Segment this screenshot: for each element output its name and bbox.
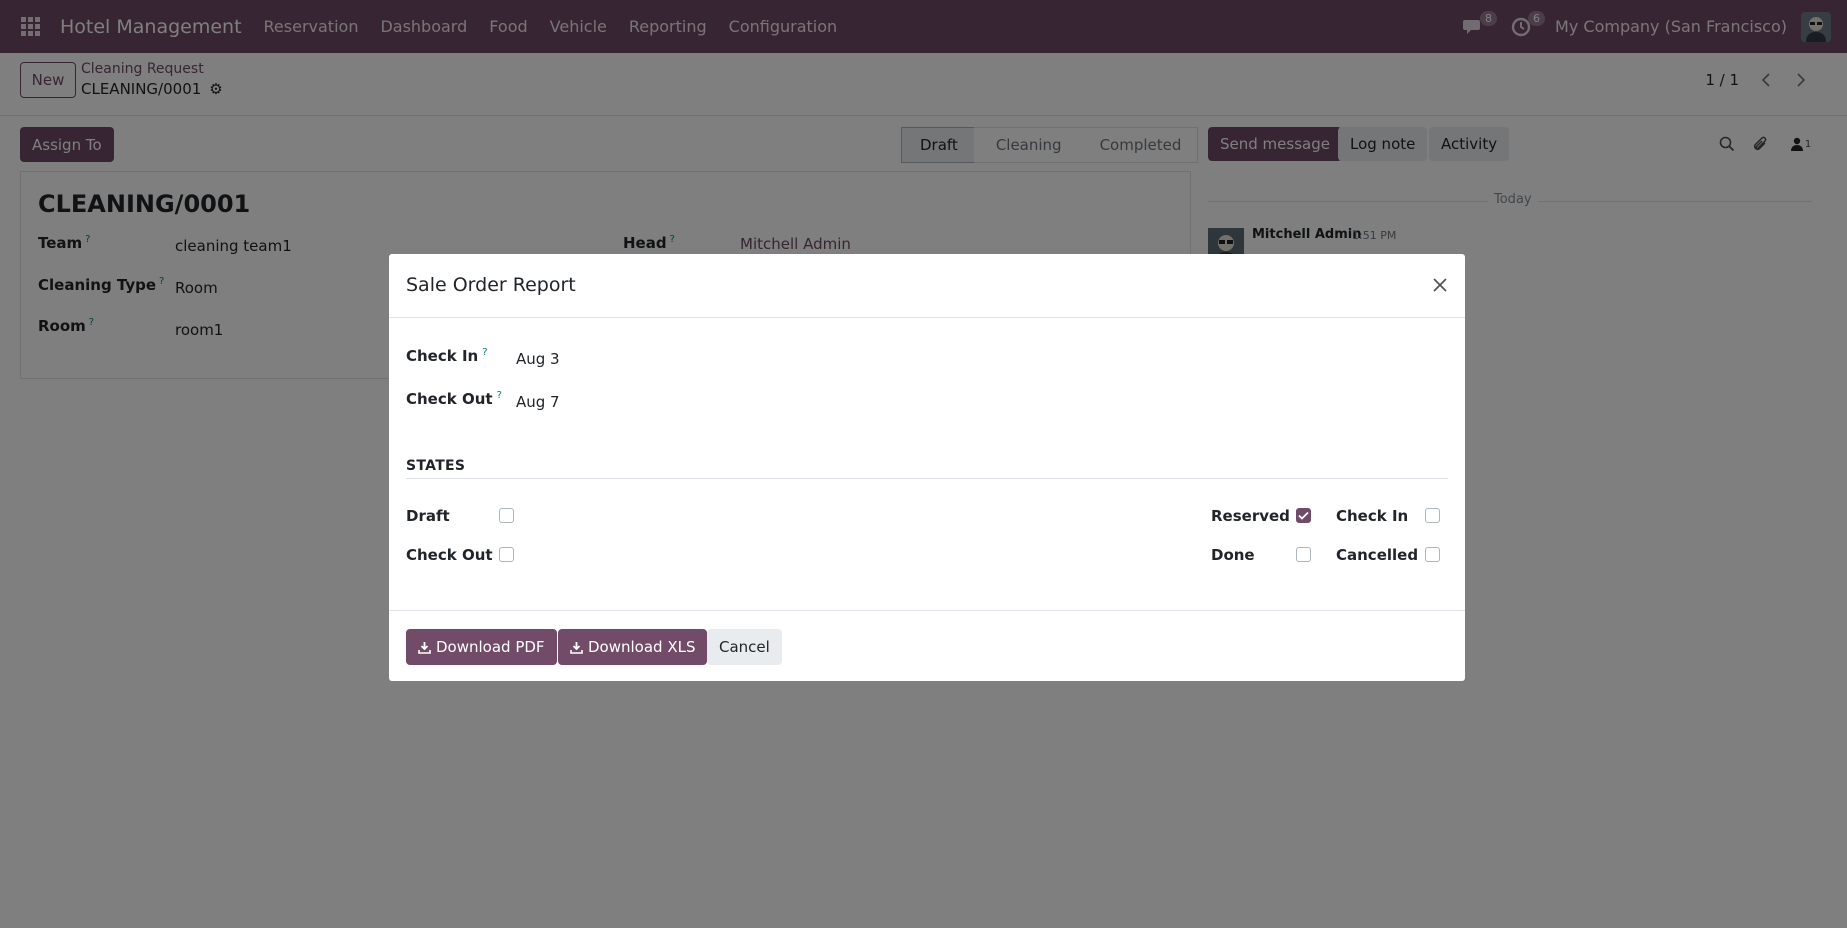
close-icon[interactable] [1427, 272, 1453, 298]
sale-order-report-dialog: Sale Order Report Check In? Aug 3 Check … [389, 254, 1465, 681]
state-reserved-checkbox[interactable] [1296, 508, 1311, 523]
state-draft-checkbox[interactable] [499, 508, 514, 523]
state-check-in-label: Check In [1336, 507, 1409, 525]
download-xls-button[interactable]: Download XLS [558, 629, 708, 665]
check-out-date-input[interactable]: Aug 7 [516, 393, 560, 411]
check-in-date-label-text: Check In [406, 347, 479, 365]
state-check-out-label: Check Out [406, 546, 493, 564]
check-in-help-icon[interactable]: ? [482, 347, 487, 358]
state-cancelled-label: Cancelled [1336, 546, 1419, 564]
state-check-in-checkbox[interactable] [1425, 508, 1440, 523]
download-icon [570, 641, 583, 654]
modal-title: Sale Order Report [406, 274, 576, 296]
modal-header: Sale Order Report [389, 254, 1465, 318]
state-cancelled-checkbox[interactable] [1425, 547, 1440, 562]
state-check-out-checkbox[interactable] [499, 547, 514, 562]
horizontal-scrollbar[interactable] [0, 914, 1847, 928]
modal-footer: Download PDF Download XLS Cancel [389, 610, 1465, 681]
states-divider [406, 478, 1448, 479]
download-icon [418, 641, 431, 654]
state-done-checkbox[interactable] [1296, 547, 1311, 562]
states-section-title: STATES [406, 458, 466, 474]
download-pdf-label: Download PDF [436, 638, 545, 656]
download-xls-label: Download XLS [588, 638, 696, 656]
checkmark-icon [1298, 511, 1309, 520]
download-pdf-button[interactable]: Download PDF [406, 629, 557, 665]
check-out-help-icon[interactable]: ? [497, 390, 502, 401]
cancel-button[interactable]: Cancel [707, 629, 782, 665]
state-reserved-label: Reserved [1211, 507, 1290, 525]
check-in-date-label: Check In? [406, 347, 488, 365]
check-out-date-label-text: Check Out [406, 390, 493, 408]
state-done-label: Done [1211, 546, 1255, 564]
check-out-date-label: Check Out? [406, 390, 502, 408]
check-in-date-input[interactable]: Aug 3 [516, 350, 560, 368]
state-draft-label: Draft [406, 507, 450, 525]
